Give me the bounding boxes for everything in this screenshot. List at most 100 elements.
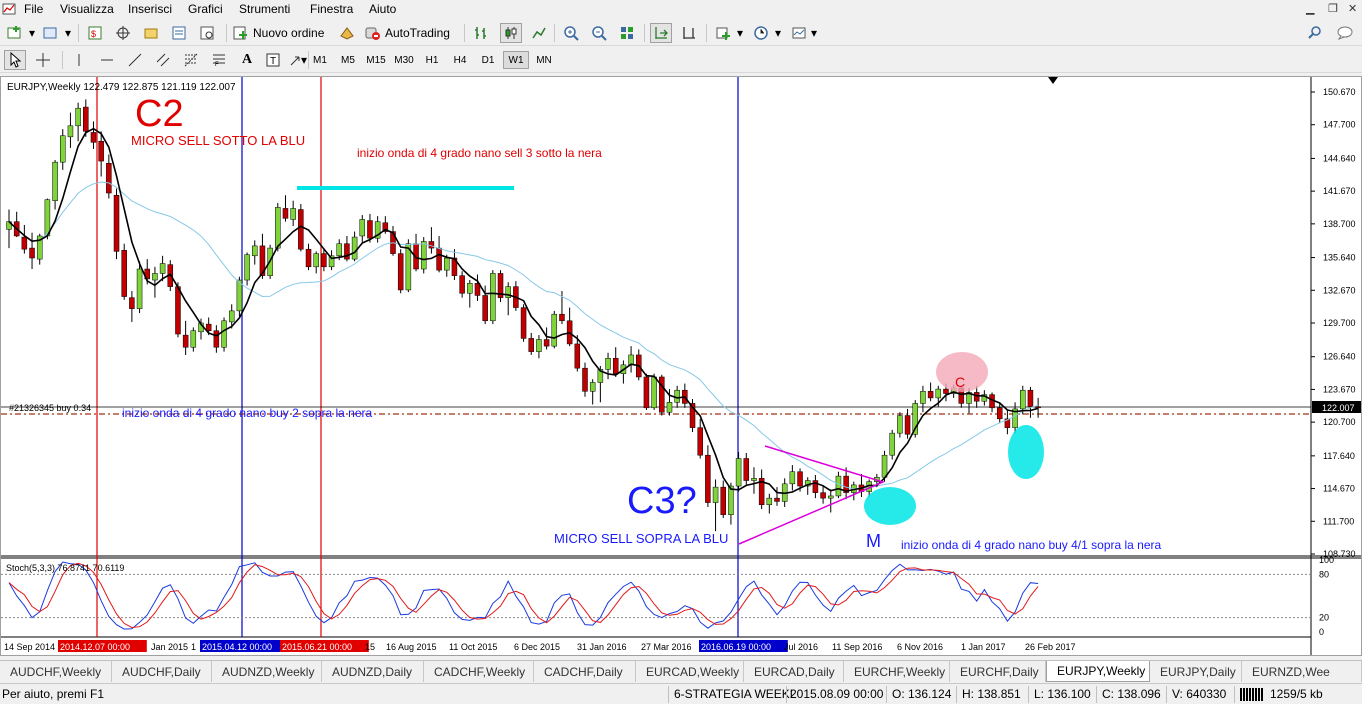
- time-axis-label: 15: [365, 642, 375, 652]
- price-axis-label: 117.640: [1323, 451, 1355, 461]
- tab-eurnzd-weekly[interactable]: EURNZD,Wee: [1242, 661, 1362, 682]
- timeframe-m5[interactable]: M5: [335, 51, 361, 69]
- new-order-button[interactable]: Nuovo ordine: [232, 23, 330, 43]
- menu-finestra[interactable]: Finestra: [310, 2, 353, 16]
- tile-windows-icon[interactable]: [616, 23, 638, 43]
- timeframe-m15[interactable]: M15: [363, 51, 389, 69]
- svg-text:T: T: [270, 56, 276, 67]
- crosshair-icon[interactable]: [32, 50, 54, 70]
- order-line-label[interactable]: #21326345 buy 0.34: [9, 403, 91, 413]
- time-axis-label: 26 Feb 2017: [1025, 642, 1076, 652]
- bear-candle: [113, 194, 120, 252]
- navigator-icon[interactable]: [140, 23, 162, 43]
- bull-candle: [60, 135, 66, 163]
- tab-cadchf-weekly[interactable]: CADCHF,Weekly: [424, 661, 534, 682]
- status-profile[interactable]: 6-STRATEGIA WEEKL: [674, 687, 796, 701]
- price-axis-label: 120.700: [1323, 417, 1356, 427]
- menu-file[interactable]: File: [24, 2, 43, 16]
- cyan-ellipse-m: [864, 487, 916, 525]
- timeframe-m1[interactable]: M1: [307, 51, 333, 69]
- price-axis-label: 129.700: [1323, 318, 1356, 328]
- templates-icon[interactable]: [788, 23, 810, 43]
- indicators-icon[interactable]: [712, 23, 734, 43]
- vertical-line-icon[interactable]: [68, 50, 90, 70]
- bull-candle: [290, 208, 296, 220]
- minimize-icon[interactable]: ▁: [1306, 2, 1314, 15]
- tab-audnzd-daily[interactable]: AUDNZD,Daily: [322, 661, 424, 682]
- restore-icon[interactable]: ❐: [1328, 2, 1338, 15]
- tab-eurcad-daily[interactable]: EURCAD,Daily: [744, 661, 844, 682]
- horizontal-line-icon[interactable]: [96, 50, 118, 70]
- timeframe-w1[interactable]: W1: [503, 51, 529, 69]
- time-axis-label: 6 Dec 2015: [514, 642, 560, 652]
- tab-eurchf-daily[interactable]: EURCHF,Daily: [950, 661, 1046, 682]
- chevron-down-icon[interactable]: ▾: [810, 23, 818, 43]
- bear-candle: [659, 376, 665, 413]
- timeframe-d1[interactable]: D1: [475, 51, 501, 69]
- auto-scroll-icon[interactable]: [650, 23, 672, 43]
- bar-chart-icon[interactable]: [470, 23, 492, 43]
- tab-eurcad-weekly[interactable]: EURCAD,Weekly: [636, 661, 744, 682]
- timeframe-mn[interactable]: MN: [531, 51, 557, 69]
- bear-candle: [367, 220, 373, 239]
- candlestick-icon[interactable]: [500, 23, 522, 43]
- timeframe-h1[interactable]: H1: [419, 51, 445, 69]
- bull-candle: [75, 107, 81, 127]
- timeframe-m30[interactable]: M30: [391, 51, 417, 69]
- timeframe-h4[interactable]: H4: [447, 51, 473, 69]
- tab-eurjpy-daily[interactable]: EURJPY,Daily: [1150, 661, 1242, 682]
- menu-inserisci[interactable]: Inserisci: [128, 2, 172, 16]
- zoom-out-icon[interactable]: [588, 23, 610, 43]
- fibonacci-icon[interactable]: [180, 50, 202, 70]
- autotrading-button[interactable]: AutoTrading: [364, 23, 456, 43]
- bear-candle: [21, 236, 28, 250]
- time-axis-label: Jan 2015: [151, 642, 188, 652]
- strategy-tester-icon[interactable]: [196, 23, 218, 43]
- trendline-icon[interactable]: [124, 50, 146, 70]
- data-window-icon[interactable]: [112, 23, 134, 43]
- bull-candle: [52, 161, 58, 201]
- bear-candle: [543, 339, 550, 347]
- tab-audchf-weekly[interactable]: AUDCHF,Weekly: [0, 661, 112, 682]
- tab-eurjpy-weekly[interactable]: EURJPY,Weekly: [1046, 661, 1150, 682]
- app-icon[interactable]: [2, 2, 16, 16]
- zoom-in-icon[interactable]: [560, 23, 582, 43]
- chevron-down-icon[interactable]: ▾: [28, 23, 36, 43]
- menu-grafici[interactable]: Grafici: [188, 2, 223, 16]
- line-chart-icon[interactable]: [528, 23, 550, 43]
- chevron-down-icon[interactable]: ▾: [64, 23, 72, 43]
- label-wave4-buy41: inizio onda di 4 grado nano buy 4/1 sopr…: [901, 538, 1162, 552]
- cursor-icon[interactable]: [4, 50, 26, 70]
- menu-visualizza[interactable]: Visualizza: [60, 2, 114, 16]
- search-icon[interactable]: [1304, 23, 1326, 43]
- profiles-icon[interactable]: [40, 23, 62, 43]
- chevron-down-icon[interactable]: ▾: [774, 23, 782, 43]
- tab-eurchf-weekly[interactable]: EURCHF,Weekly: [844, 661, 950, 682]
- menu-strumenti[interactable]: Strumenti: [239, 2, 290, 16]
- market-watch-icon[interactable]: $: [84, 23, 106, 43]
- price-chart[interactable]: 150.670 147.700 144.640 141.670 138.700 135.6…: [1, 77, 1361, 655]
- text-icon[interactable]: A: [236, 50, 258, 70]
- time-axis-label: 31 Jan 2016: [577, 642, 627, 652]
- price-axis-label: 132.670: [1323, 285, 1356, 295]
- fibonacci-fan-icon[interactable]: F: [208, 50, 230, 70]
- time-axis-label: 27 Mar 2016: [641, 642, 692, 652]
- new-chart-icon[interactable]: [4, 23, 26, 43]
- close-icon[interactable]: ✕: [1348, 2, 1357, 15]
- tab-audnzd-weekly[interactable]: AUDNZD,Weekly: [212, 661, 322, 682]
- periods-icon[interactable]: [750, 23, 772, 43]
- equidistant-channel-icon[interactable]: [152, 50, 174, 70]
- bull-candle: [336, 243, 342, 257]
- terminal-icon[interactable]: [168, 23, 190, 43]
- chart-window[interactable]: 150.670 147.700 144.640 141.670 138.700 135.6…: [0, 76, 1362, 656]
- chat-icon[interactable]: [1334, 23, 1356, 43]
- text-label-icon[interactable]: T: [262, 50, 284, 70]
- price-axis-label: 135.640: [1323, 253, 1356, 263]
- bull-candle: [190, 330, 197, 348]
- chart-shift-icon[interactable]: [678, 23, 700, 43]
- tab-cadchf-daily[interactable]: CADCHF,Daily: [534, 661, 636, 682]
- tab-audchf-daily[interactable]: AUDCHF,Daily: [112, 661, 212, 682]
- chevron-down-icon[interactable]: ▾: [736, 23, 744, 43]
- menu-aiuto[interactable]: Aiuto: [369, 2, 396, 16]
- metaeditor-icon[interactable]: [336, 23, 358, 43]
